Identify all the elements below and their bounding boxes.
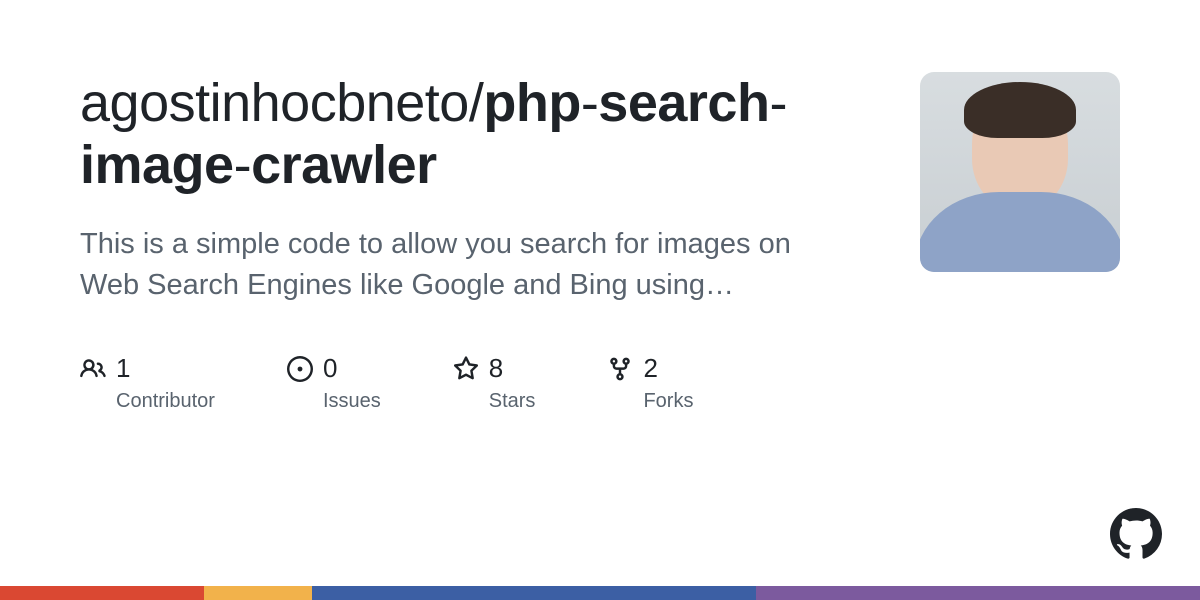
slash: / (469, 73, 484, 133)
repo-main: agostinhocbneto/php-search-image-crawler… (80, 72, 880, 413)
forks-label: Forks (643, 390, 693, 413)
avatar[interactable] (920, 72, 1120, 272)
language-segment (204, 586, 312, 600)
stars-count: 8 (489, 353, 503, 384)
issues-count: 0 (323, 353, 337, 384)
issue-icon (287, 356, 313, 382)
github-logo-icon[interactable] (1110, 508, 1162, 560)
repo-name-part-0[interactable]: php (483, 73, 580, 133)
star-icon (453, 356, 479, 382)
stat-forks[interactable]: 2 Forks (607, 353, 693, 413)
fork-icon (607, 356, 633, 382)
repo-card: agostinhocbneto/php-search-image-crawler… (0, 0, 1200, 413)
repo-title[interactable]: agostinhocbneto/php-search-image-crawler (80, 72, 880, 196)
stat-issues[interactable]: 0 Issues (287, 353, 381, 413)
stat-contributors[interactable]: 1 Contributor (80, 353, 215, 413)
contributors-label: Contributor (116, 390, 215, 413)
people-icon (80, 356, 106, 382)
repo-name-part-2[interactable]: image (80, 135, 234, 195)
language-segment (756, 586, 1200, 600)
stat-stars[interactable]: 8 Stars (453, 353, 536, 413)
contributors-count: 1 (116, 353, 130, 384)
forks-count: 2 (643, 353, 657, 384)
repo-name-part-3[interactable]: crawler (251, 135, 437, 195)
issues-label: Issues (323, 390, 381, 413)
language-bar (0, 586, 1200, 600)
language-segment (0, 586, 204, 600)
repo-owner[interactable]: agostinhocbneto (80, 73, 469, 133)
repo-description: This is a simple code to allow you searc… (80, 224, 840, 305)
repo-name-part-1[interactable]: search (598, 73, 769, 133)
stars-label: Stars (489, 390, 536, 413)
language-segment (312, 586, 756, 600)
repo-stats: 1 Contributor 0 Issues 8 (80, 353, 880, 413)
